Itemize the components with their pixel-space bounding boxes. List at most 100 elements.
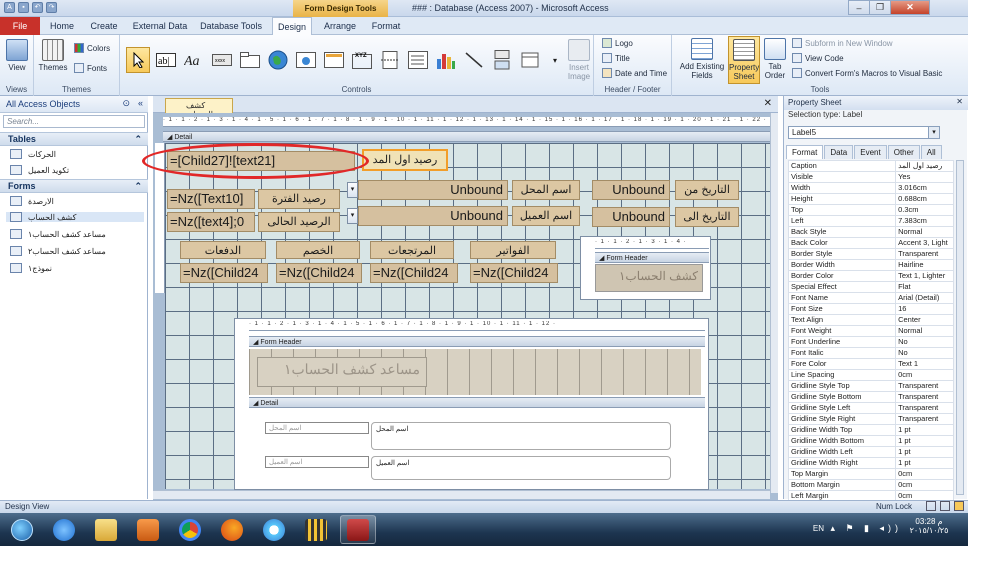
property-row[interactable]: Font Underline No [787, 336, 954, 348]
restore-button[interactable]: ❐ [869, 0, 891, 15]
textbox-control-button[interactable]: ab| [154, 47, 178, 73]
option-group-button[interactable]: XYZ [350, 47, 374, 73]
taskbar-video[interactable] [298, 515, 334, 544]
clock[interactable]: 03:28 م ٢٠١٥/١٠/٢٥ [904, 517, 954, 535]
period-balance-label[interactable]: رصيد الفترة [258, 189, 340, 209]
close-document-icon[interactable]: ✕ [764, 98, 772, 109]
property-value[interactable]: 3.016cm [895, 182, 954, 194]
property-row[interactable]: Border Width Hairline [787, 259, 954, 271]
view-code-button[interactable]: View Code [792, 53, 844, 63]
invoices-label[interactable]: الفواتير [470, 241, 556, 259]
property-value[interactable]: Arial (Detail) [895, 292, 954, 304]
property-value[interactable]: 0cm [895, 369, 954, 381]
add-existing-fields-button[interactable]: Add Existing Fields [676, 38, 728, 80]
property-row[interactable]: Width 3.016cm [787, 182, 954, 194]
combo-dropdown-button[interactable]: ▾ [347, 182, 358, 198]
property-row[interactable]: Font Size 16 [787, 303, 954, 315]
tab-order-button[interactable]: Tab Order [762, 38, 788, 80]
client-field-box[interactable]: اسم العميل [265, 456, 369, 468]
shop-name-label[interactable]: اسم المحل [512, 180, 580, 200]
title-button[interactable]: Title [602, 53, 630, 63]
toggle-button-control[interactable] [490, 47, 514, 73]
shop-field-box[interactable]: اسم المحل [265, 422, 369, 434]
nav-form-item[interactable]: مساعد كشف الحساب٢ [10, 246, 106, 256]
property-row[interactable]: Visible Yes [787, 171, 954, 183]
taskbar-chrome[interactable] [172, 515, 208, 544]
date-time-button[interactable]: Date and Time [602, 68, 667, 78]
colors-button[interactable]: Colors [74, 43, 110, 53]
nav-table-item[interactable]: الحركات [10, 149, 56, 159]
nav-form-item-selected[interactable]: كشف الحساب [6, 212, 144, 222]
tab-design[interactable]: Design [272, 17, 312, 36]
payments-label[interactable]: الدفعات [180, 241, 266, 259]
client-combo-box[interactable]: Unbound [358, 206, 508, 226]
property-sheet-button[interactable]: Property Sheet [728, 36, 760, 84]
property-row[interactable]: Border Color Text 1, Lighter [787, 270, 954, 282]
property-value[interactable]: Flat [895, 281, 954, 293]
property-row[interactable]: Back Color Accent 3, Light [787, 237, 954, 249]
property-row[interactable]: Gridline Style Right Transparent [787, 413, 954, 425]
nav-header[interactable]: All Access Objects ⊙ « [0, 96, 148, 113]
subform2-detail-area[interactable]: اسم المحل اسم المحل اسم العميل اسم العمي… [249, 410, 701, 484]
date-to-label[interactable]: التاريخ الى [675, 207, 739, 227]
client-field-label[interactable]: اسم العميل [371, 456, 671, 480]
shop-combo-box[interactable]: Unbound [358, 180, 508, 200]
property-value[interactable]: 0.688cm [895, 193, 954, 205]
tab-event-props[interactable]: Event [854, 145, 887, 159]
vertical-scrollbar[interactable] [770, 113, 778, 493]
navigation-control-button[interactable] [322, 47, 346, 73]
property-value[interactable]: Transparent [895, 413, 954, 425]
shop-field-label[interactable]: اسم المحل [371, 422, 671, 450]
property-value[interactable]: Transparent [895, 248, 954, 260]
property-row[interactable]: Gridline Width Top 1 pt [787, 424, 954, 436]
tab-home[interactable]: Home [44, 17, 80, 35]
detail-section-bar[interactable]: ◢ Detail [163, 131, 773, 142]
layout-view-icon[interactable] [940, 501, 950, 511]
client-name-label[interactable]: اسم العميل [512, 206, 580, 226]
subform-control-1[interactable]: · 1 · 1 · 2 · 1 · 3 · 1 · 4 · ◢ Form Hea… [580, 236, 711, 300]
taskbar-explorer[interactable] [88, 515, 124, 544]
tray-icons[interactable]: ▴ ⚑ ▮ ◂)) [830, 523, 902, 534]
selected-control-dropdown[interactable]: Label5 ▾ [788, 126, 940, 139]
line-control-button[interactable] [462, 47, 486, 73]
horizontal-scrollbar[interactable] [153, 490, 770, 499]
taskbar-firefox[interactable] [214, 515, 250, 544]
close-button[interactable]: ✕ [890, 0, 930, 15]
property-value[interactable]: 16 [895, 303, 954, 315]
property-value[interactable]: 1 pt [895, 457, 954, 469]
tab-arrange[interactable]: Arrange [318, 17, 362, 35]
combo-box-button[interactable] [406, 47, 430, 73]
property-value[interactable]: Hairline [895, 259, 954, 271]
start-button[interactable] [4, 515, 40, 544]
tab-control-button[interactable] [238, 47, 262, 73]
logo-button[interactable]: Logo [602, 38, 633, 48]
property-value[interactable]: Text 1 [895, 358, 954, 370]
access-app-icon[interactable]: A [4, 2, 15, 13]
property-value[interactable]: Accent 3, Light [895, 237, 954, 249]
design-view-icon[interactable] [954, 501, 964, 511]
form-view-icon[interactable] [926, 501, 936, 511]
select-pointer-button[interactable] [126, 47, 150, 73]
property-value[interactable]: 1 pt [895, 435, 954, 447]
web-browser-control-button[interactable] [294, 47, 318, 73]
tab-external-data[interactable]: External Data [128, 17, 192, 35]
subform-control-2[interactable]: · 1 · 1 · 2 · 1 · 3 · 1 · 4 · 1 · 5 · 1 … [234, 318, 709, 490]
opening-balance-label[interactable]: رصيد اول المد [362, 149, 448, 171]
save-icon[interactable]: ▪ [18, 2, 29, 13]
tab-create[interactable]: Create [84, 17, 124, 35]
payments-textbox[interactable]: =Nz([Child24 [180, 263, 268, 283]
property-row[interactable]: Line Spacing 0cm [787, 369, 954, 381]
returns-label[interactable]: المرتجعات [370, 241, 454, 259]
nav-form-item[interactable]: الارصدة [10, 196, 54, 206]
subform2-header-area[interactable]: مساعد كشف الحساب١ [249, 349, 701, 395]
property-value[interactable]: Normal [895, 226, 954, 238]
taskbar-access[interactable] [340, 515, 376, 544]
rectangle-control-button[interactable] [518, 47, 542, 73]
property-scrollbar[interactable] [956, 160, 964, 495]
combo-dropdown-button[interactable]: ▾ [347, 208, 358, 224]
discount-label[interactable]: الخصم [276, 241, 360, 259]
nav-form-item[interactable]: مساعد كشف الحساب١ [10, 229, 106, 239]
nav-section-forms[interactable]: Forms ⌃ [0, 179, 148, 193]
close-icon[interactable]: ✕ [956, 97, 963, 106]
property-value[interactable]: رصيد اول المد [895, 160, 954, 172]
